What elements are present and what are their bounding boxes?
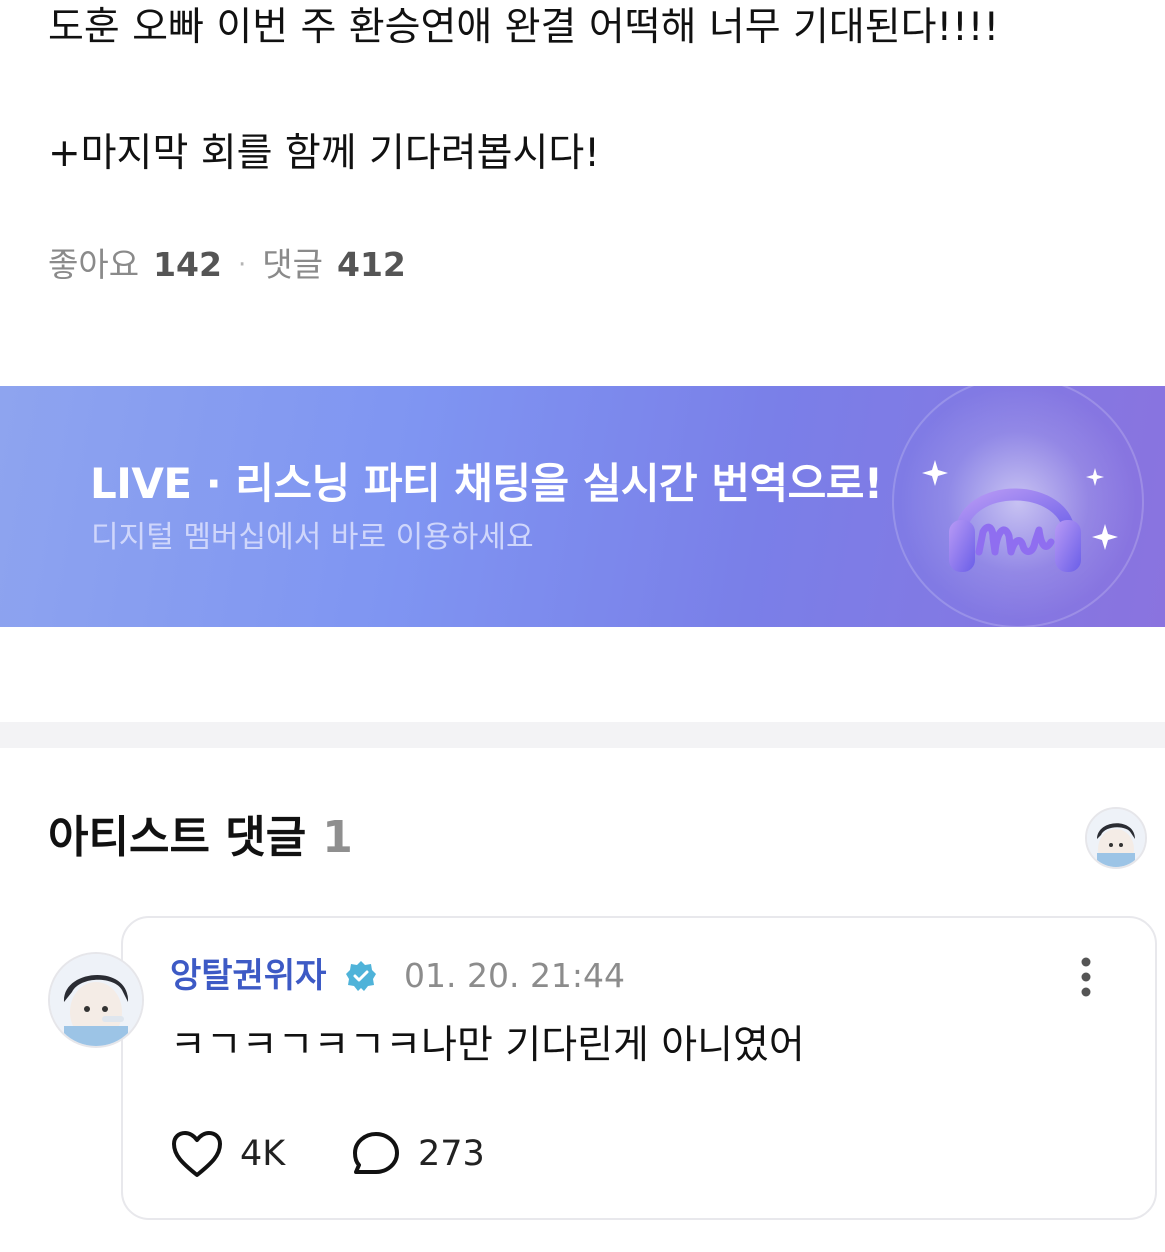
post-detail-page: 도훈 오빠 이번 주 환승연애 완결 어떡해 너무 기대된다!!!! +마지막 … bbox=[0, 0, 1165, 1252]
speech-bubble-icon bbox=[353, 1132, 399, 1174]
likes-label[interactable]: 좋아요 bbox=[48, 240, 139, 290]
banner-subtitle: 디지털 멤버십에서 바로 이용하세요 bbox=[91, 520, 534, 555]
section-divider bbox=[0, 722, 1165, 748]
comment-like-button[interactable]: 4K bbox=[170, 1126, 285, 1182]
comment-author-name[interactable]: 앙탈권위자 bbox=[170, 953, 326, 999]
artist-avatar-image bbox=[1087, 809, 1145, 867]
banner-title: LIVE · 리스닝 파티 채팅을 실시간 번역으로! bbox=[90, 459, 883, 508]
comments-label[interactable]: 댓글 bbox=[262, 240, 323, 290]
stats-separator: · bbox=[237, 250, 247, 280]
artist-comments-title: 아티스트 댓글 bbox=[48, 812, 307, 863]
artist-avatar-small[interactable] bbox=[1085, 807, 1147, 869]
artist-comments-heading: 아티스트 댓글 1 bbox=[48, 808, 353, 868]
post-text-line-2: +마지막 회를 함께 기다려봅시다! bbox=[48, 131, 600, 176]
likes-count: 142 bbox=[153, 245, 222, 284]
comment-reply-count: 273 bbox=[418, 1134, 485, 1174]
more-options-icon[interactable] bbox=[1066, 955, 1106, 999]
comment-like-count: 4K bbox=[240, 1134, 286, 1174]
post-stats: 좋아요 142 · 댓글 412 bbox=[48, 240, 406, 290]
post-text-line-1: 도훈 오빠 이번 주 환승연애 완결 어떡해 너무 기대된다!!!! bbox=[48, 5, 1000, 50]
headphones-logo-icon bbox=[922, 460, 1118, 572]
comments-count: 412 bbox=[336, 245, 406, 284]
heart-icon bbox=[172, 1131, 222, 1177]
artist-comments-count: 1 bbox=[322, 812, 353, 863]
verified-badge-icon bbox=[346, 961, 376, 991]
comment-text: ㅋㄱㅋㄱㅋㄱㅋ나만 기다린게 아니였어 bbox=[170, 1023, 805, 1068]
comment-timestamp: 01. 20. 21:44 bbox=[404, 956, 626, 995]
author-avatar-image bbox=[50, 954, 142, 1046]
comment-reply-button[interactable]: 273 bbox=[350, 1126, 485, 1182]
comment-author-avatar[interactable] bbox=[48, 952, 144, 1048]
